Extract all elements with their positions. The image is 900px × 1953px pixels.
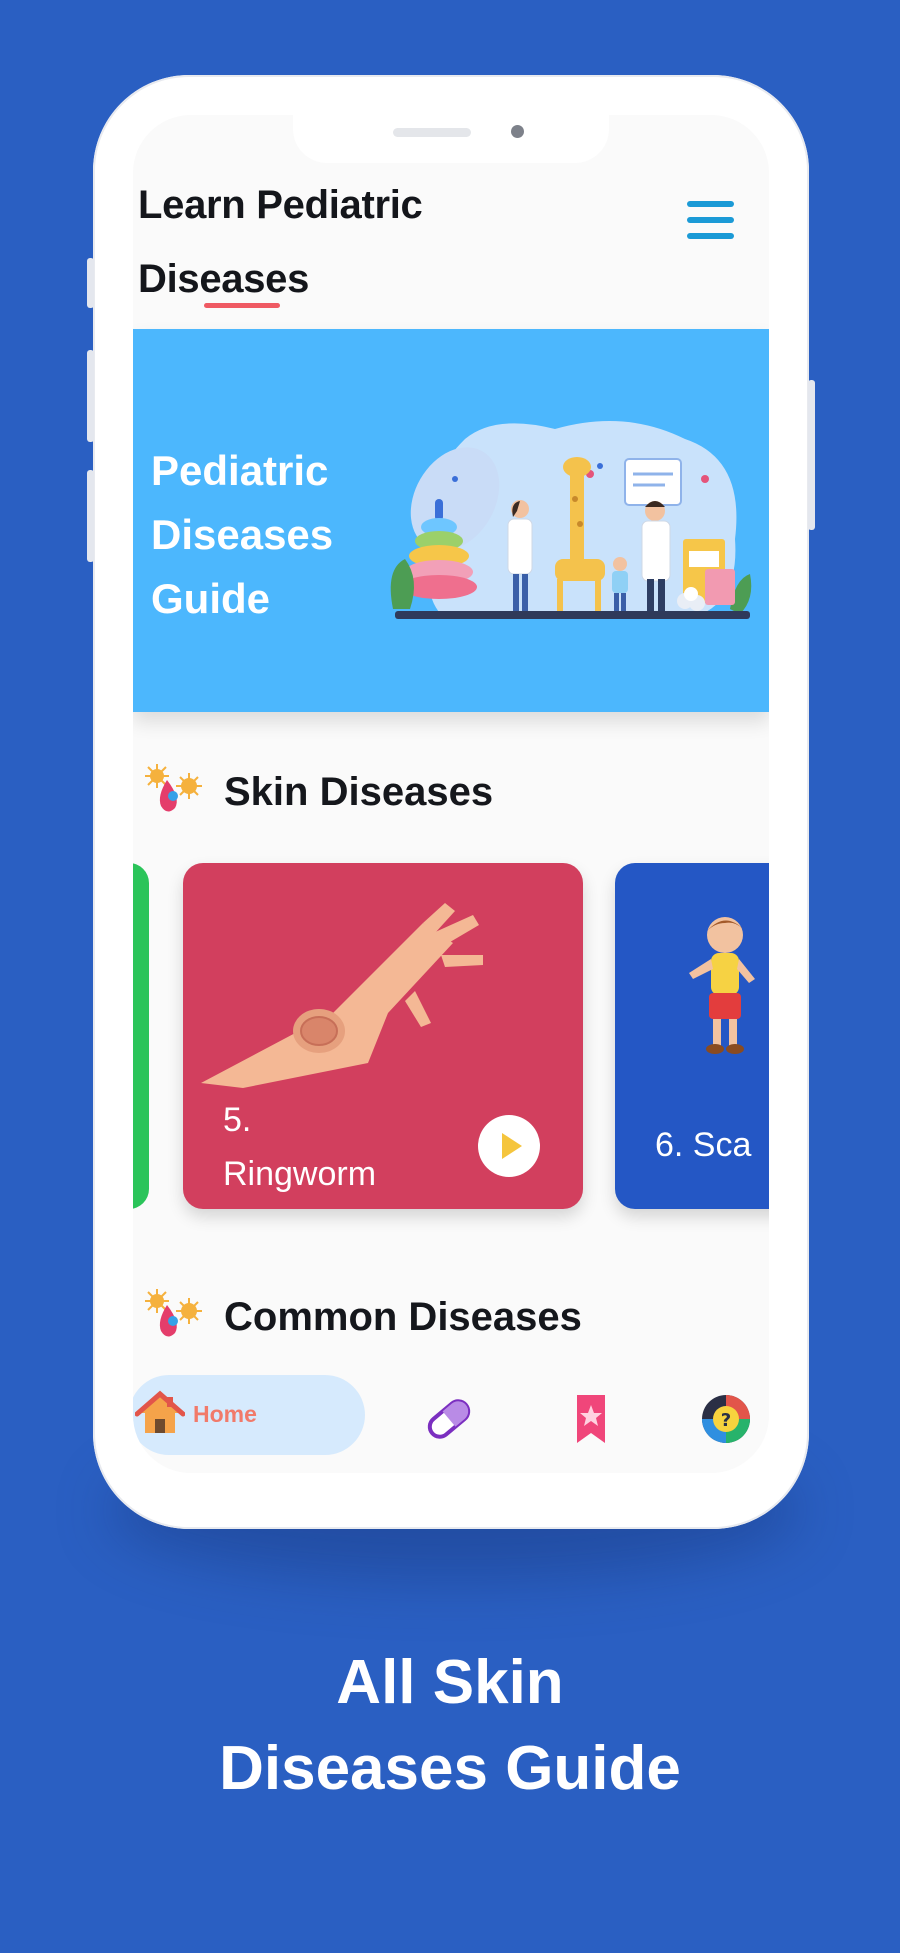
card-title: 6. Sca [655, 1126, 752, 1164]
phone-side-button [87, 350, 94, 442]
phone-notch [293, 115, 609, 163]
phone-side-button [87, 258, 94, 308]
phone-side-button [87, 470, 94, 562]
phone-power-button [808, 380, 815, 530]
banner-title-line: Pediatric [151, 447, 329, 494]
section-title: Common Diseases [224, 1295, 582, 1339]
menu-button[interactable] [685, 197, 737, 247]
page-title: Learn Pediatric Diseases [138, 168, 558, 316]
speaker-grill [393, 128, 471, 137]
nav-label-home: Home [193, 1401, 257, 1427]
play-icon [502, 1133, 522, 1159]
promo-caption: All Skin Diseases Guide [0, 1640, 900, 1812]
hero-banner[interactable]: Pediatric Diseases Guide [133, 329, 769, 712]
banner-title-line: Guide [151, 575, 271, 622]
page-title-line1: Learn Pediatric [138, 183, 423, 227]
menu-icon-bar [687, 217, 734, 223]
phone-screen: Learn Pediatric Diseases Pediatric Disea… [133, 115, 769, 1473]
doctors-illustration [390, 421, 752, 619]
virus-icon [145, 1289, 202, 1337]
card-title: 5. Ringworm [223, 1093, 376, 1201]
title-underline [204, 303, 280, 308]
promo-caption-line1: All Skin [336, 1648, 564, 1717]
home-icon [135, 1390, 185, 1433]
nav-item-medicine[interactable] [421, 1391, 477, 1447]
disease-card-scabies[interactable]: 6. Sca [615, 863, 769, 1209]
section-title: Skin Diseases [224, 770, 494, 814]
nav-item-home[interactable]: Home [133, 1375, 365, 1455]
menu-icon [687, 201, 734, 207]
pill-icon [427, 1399, 471, 1439]
front-camera [511, 125, 524, 138]
bookmark-icon [577, 1395, 605, 1443]
card-name: Ringworm [223, 1155, 377, 1193]
menu-icon-bar [687, 233, 734, 239]
page-title-line2: Diseases [138, 257, 310, 301]
virus-icon [145, 764, 202, 812]
quiz-icon: ? [702, 1395, 750, 1443]
disease-card-previous[interactable] [133, 863, 149, 1209]
promo-caption-line2: Diseases Guide [219, 1734, 681, 1803]
nav-item-quiz[interactable]: ? [698, 1391, 754, 1447]
svg-text:?: ? [721, 1410, 731, 1431]
nav-item-bookmarks[interactable] [563, 1391, 619, 1447]
play-button[interactable] [478, 1115, 540, 1177]
bottom-navigation: Home ? [133, 1363, 769, 1473]
card-number: 5. [223, 1101, 252, 1139]
banner-title: Pediatric Diseases Guide [151, 439, 381, 631]
disease-card-ringworm[interactable]: 5. Ringworm [183, 863, 583, 1209]
banner-title-line: Diseases [151, 511, 334, 558]
child-illustration [689, 917, 755, 1054]
